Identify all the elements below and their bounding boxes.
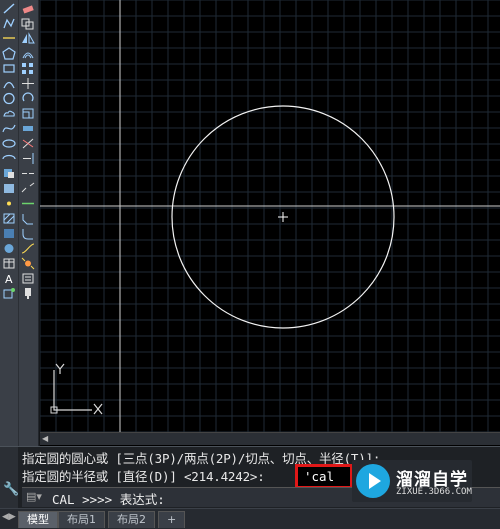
toolbar-column-draw: A bbox=[0, 0, 18, 446]
watermark-logo: 溜溜自学 ZIXUE.3D66.COM bbox=[352, 460, 472, 502]
cal-input-highlight: 'cal bbox=[295, 464, 353, 489]
svg-text:A: A bbox=[5, 273, 13, 285]
spline-tool-icon[interactable] bbox=[2, 122, 16, 135]
hatch-tool-icon[interactable] bbox=[2, 212, 16, 225]
break-tool-icon[interactable] bbox=[21, 182, 35, 195]
make-block-icon[interactable] bbox=[2, 182, 16, 195]
break-at-point-icon[interactable] bbox=[21, 167, 35, 180]
ellipse-arc-icon[interactable] bbox=[2, 152, 16, 165]
layout-tab-bar: ◀▶ 模型 布局1 布局2 + bbox=[0, 508, 500, 529]
ucs-icon bbox=[50, 363, 103, 415]
wrench-icon[interactable]: 🔧 bbox=[3, 482, 19, 497]
properties-icon[interactable] bbox=[21, 272, 35, 285]
erase-tool-icon[interactable] bbox=[21, 2, 35, 15]
copy-tool-icon[interactable] bbox=[21, 17, 35, 30]
move-tool-icon[interactable] bbox=[21, 77, 35, 90]
play-logo-icon bbox=[356, 464, 390, 498]
mirror-tool-icon[interactable] bbox=[21, 32, 35, 45]
stretch-tool-icon[interactable] bbox=[21, 122, 35, 135]
command-prompt: CAL >>>> 表达式: bbox=[52, 492, 165, 507]
command-history-line-2: 指定圆的半径或 [直径(D)] <214.4242>: bbox=[22, 469, 265, 484]
cal-input-text: 'cal bbox=[304, 469, 335, 484]
drawing-canvas-svg bbox=[40, 0, 500, 433]
match-properties-icon[interactable] bbox=[21, 287, 35, 300]
blend-curves-icon[interactable] bbox=[21, 242, 35, 255]
polygon-tool-icon[interactable] bbox=[2, 47, 16, 60]
toolbar-column-modify bbox=[18, 0, 37, 446]
explode-tool-icon[interactable] bbox=[21, 257, 35, 270]
array-tool-icon[interactable] bbox=[21, 62, 35, 75]
tab-nav-icon[interactable]: ◀▶ bbox=[2, 512, 16, 522]
ellipse-tool-icon[interactable] bbox=[2, 137, 16, 150]
insert-block-icon[interactable] bbox=[2, 167, 16, 180]
horizontal-scrollbar[interactable]: ◀ bbox=[40, 432, 500, 445]
drawing-canvas[interactable] bbox=[40, 0, 500, 446]
table-tool-icon[interactable] bbox=[2, 257, 16, 270]
line-tool-icon[interactable] bbox=[2, 2, 16, 15]
command-menu-icon[interactable]: ▤▾ bbox=[26, 490, 42, 503]
arc-tool-icon[interactable] bbox=[2, 77, 16, 90]
tab-layout1[interactable]: 布局1 bbox=[58, 511, 105, 528]
extend-tool-icon[interactable] bbox=[21, 152, 35, 165]
offset-tool-icon[interactable] bbox=[21, 47, 35, 60]
polyline-tool-icon[interactable] bbox=[2, 17, 16, 30]
gradient-tool-icon[interactable] bbox=[2, 227, 16, 240]
watermark-sub-text: ZIXUE.3D66.COM bbox=[396, 487, 472, 497]
fillet-tool-icon[interactable] bbox=[21, 227, 35, 240]
scale-tool-icon[interactable] bbox=[21, 107, 35, 120]
join-tool-icon[interactable] bbox=[21, 197, 35, 210]
trim-tool-icon[interactable] bbox=[21, 137, 35, 150]
chamfer-tool-icon[interactable] bbox=[21, 212, 35, 225]
tab-layout2[interactable]: 布局2 bbox=[108, 511, 155, 528]
construction-line-icon[interactable] bbox=[2, 32, 16, 45]
draw-toolbar: A bbox=[0, 0, 39, 446]
canvas-grid bbox=[40, 0, 500, 433]
add-layout-tab-button[interactable]: + bbox=[158, 511, 186, 528]
scroll-left-icon[interactable]: ◀ bbox=[42, 434, 48, 443]
rotate-tool-icon[interactable] bbox=[21, 92, 35, 105]
command-window-handle[interactable] bbox=[0, 447, 18, 509]
point-tool-icon[interactable] bbox=[2, 197, 16, 210]
add-selected-icon[interactable] bbox=[2, 287, 16, 300]
revision-cloud-icon[interactable] bbox=[2, 107, 16, 120]
tab-model[interactable]: 模型 bbox=[18, 511, 58, 528]
multiline-text-icon[interactable]: A bbox=[2, 272, 16, 285]
region-tool-icon[interactable] bbox=[2, 242, 16, 255]
circle-tool-icon[interactable] bbox=[2, 92, 16, 105]
rectangle-tool-icon[interactable] bbox=[2, 62, 16, 75]
